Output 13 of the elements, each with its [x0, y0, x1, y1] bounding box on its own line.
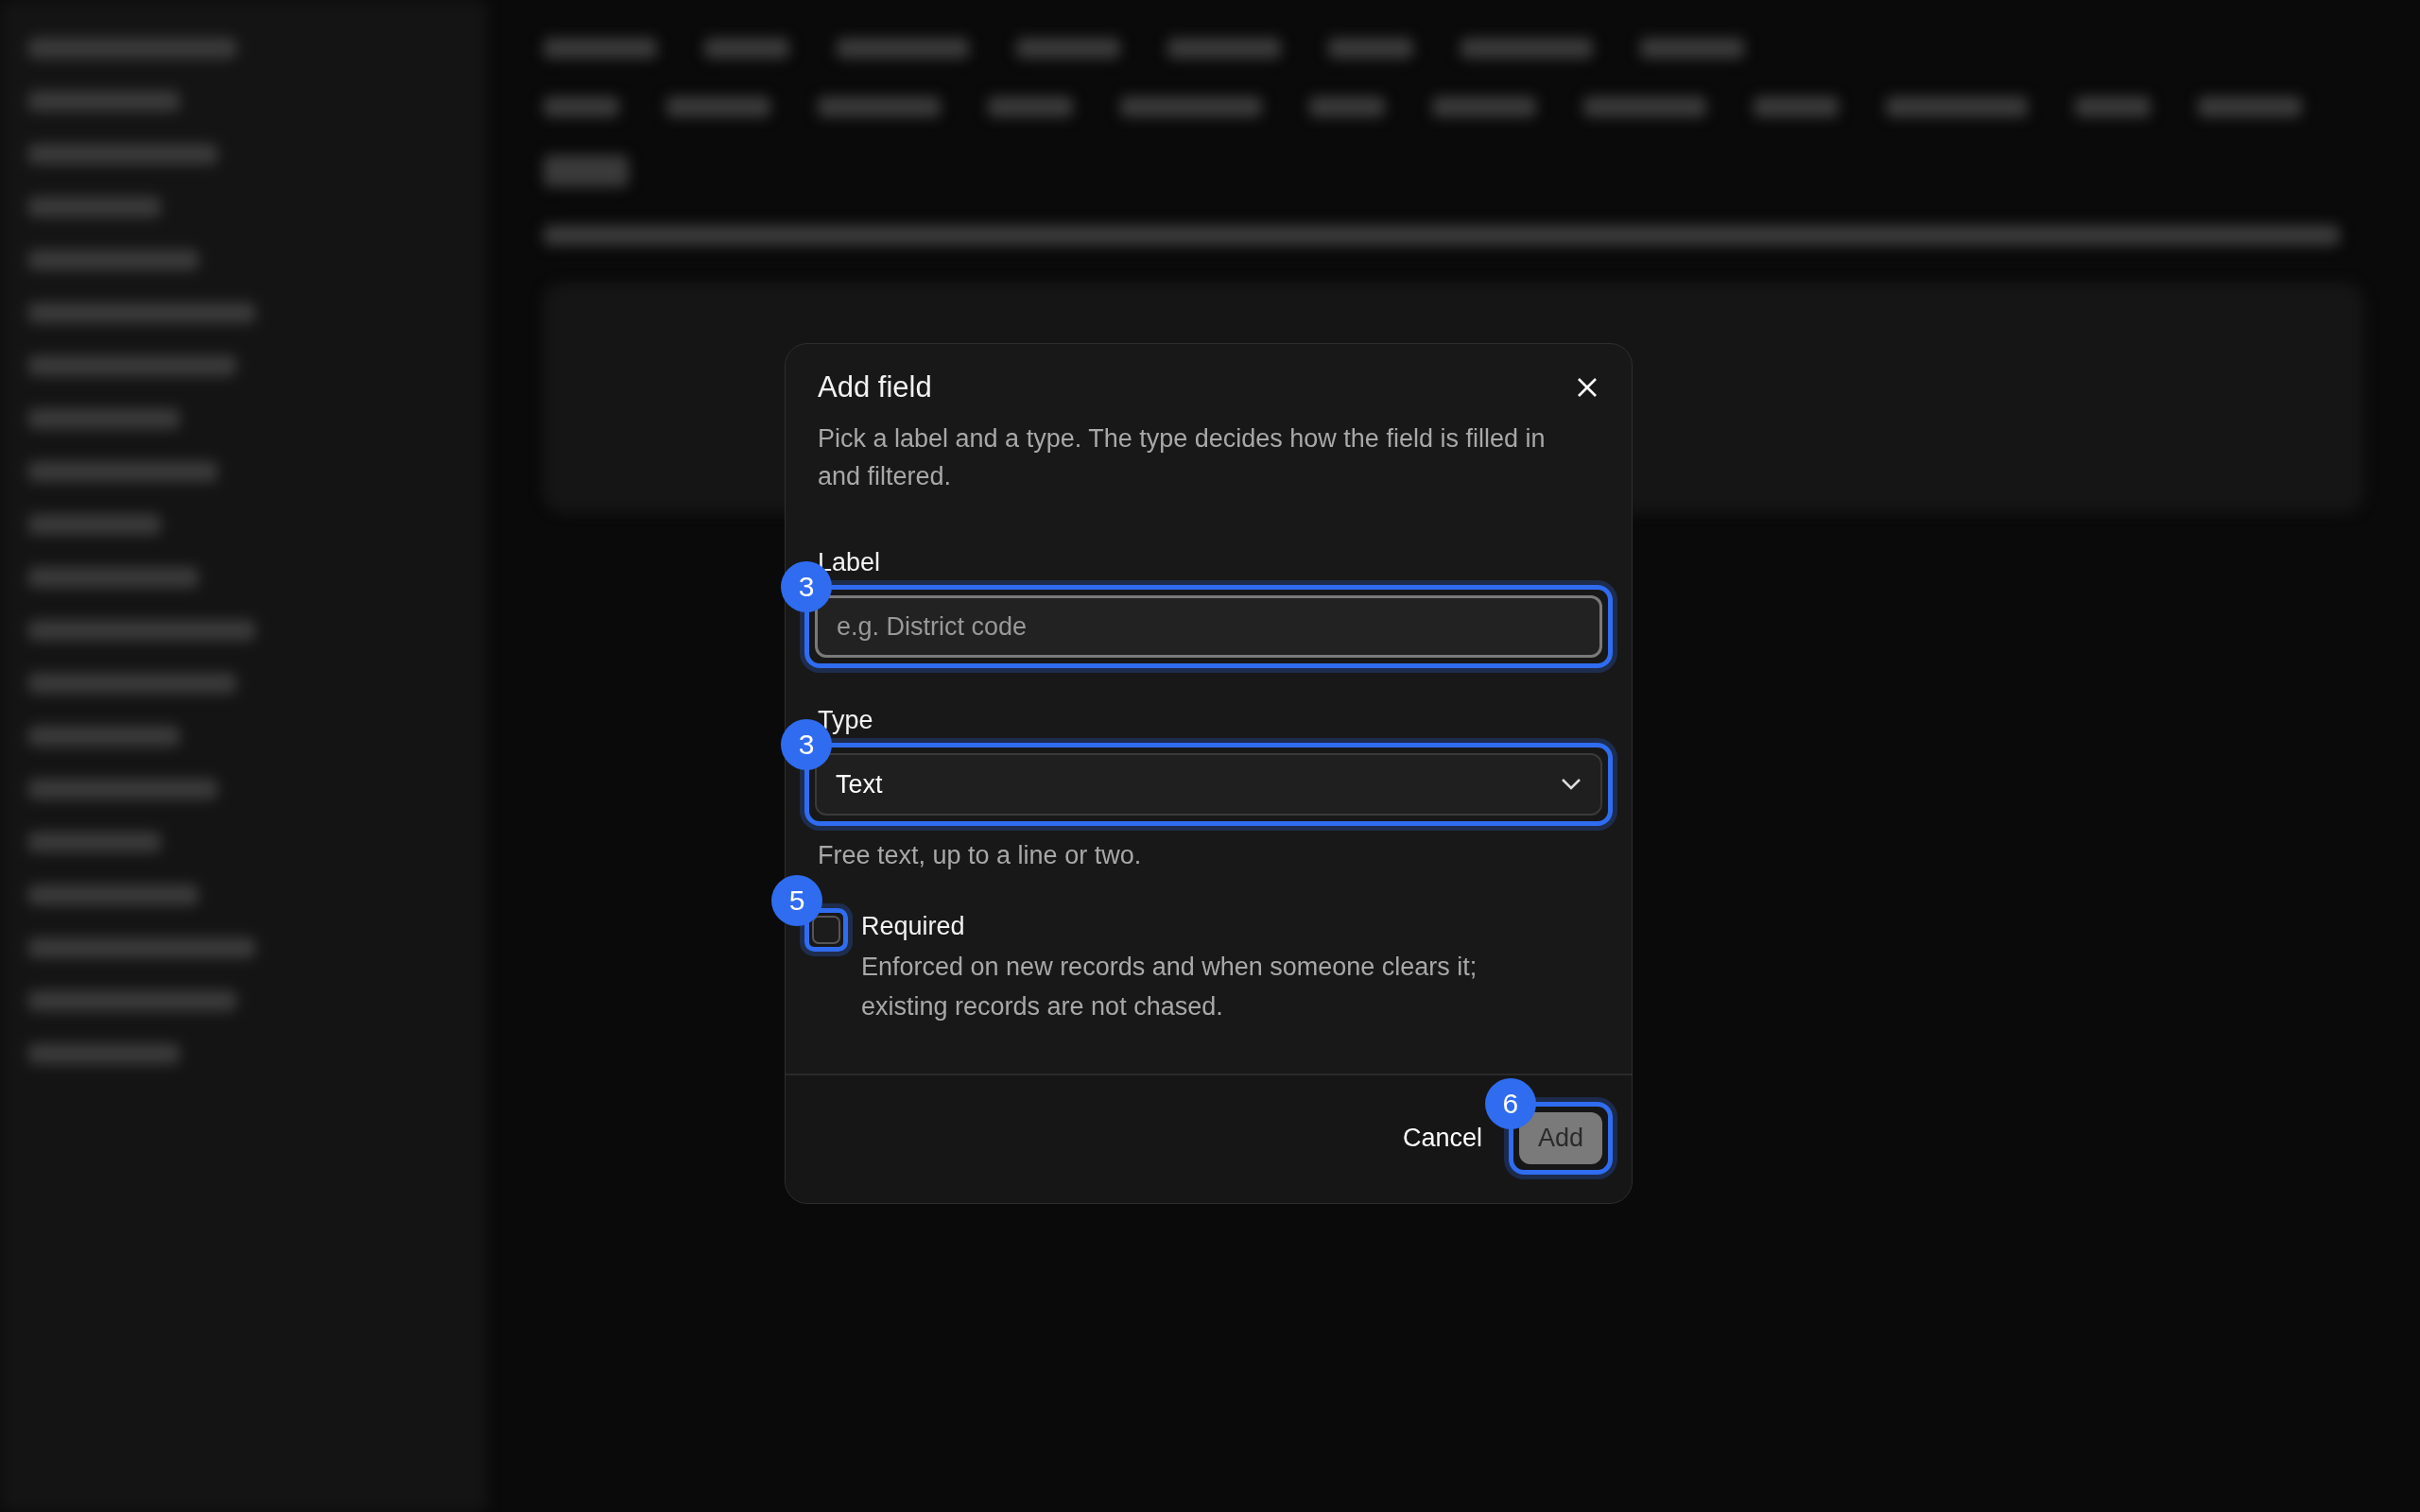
step-badge: 6	[1484, 1078, 1536, 1129]
dialog-title: Add field	[818, 370, 932, 404]
checkbox-description: Enforced on new records and when someone clears it; existing records are not chased.	[861, 952, 1478, 1022]
type-select[interactable]: Text	[815, 753, 1602, 816]
field-label: Label	[818, 548, 882, 577]
checkbox-label: Required	[861, 912, 966, 941]
required-checkbox[interactable]	[812, 916, 840, 944]
field-label: Type	[818, 706, 874, 735]
dialog-description: Pick a label and a type. The type decides how the field is filled in and filtered.	[818, 423, 1547, 492]
label-input[interactable]: e.g. District code	[815, 595, 1602, 658]
step-badge: 5	[771, 875, 822, 926]
field-hint: Free text, up to a line or two.	[818, 841, 1143, 870]
chevron-down-icon	[1561, 778, 1582, 791]
